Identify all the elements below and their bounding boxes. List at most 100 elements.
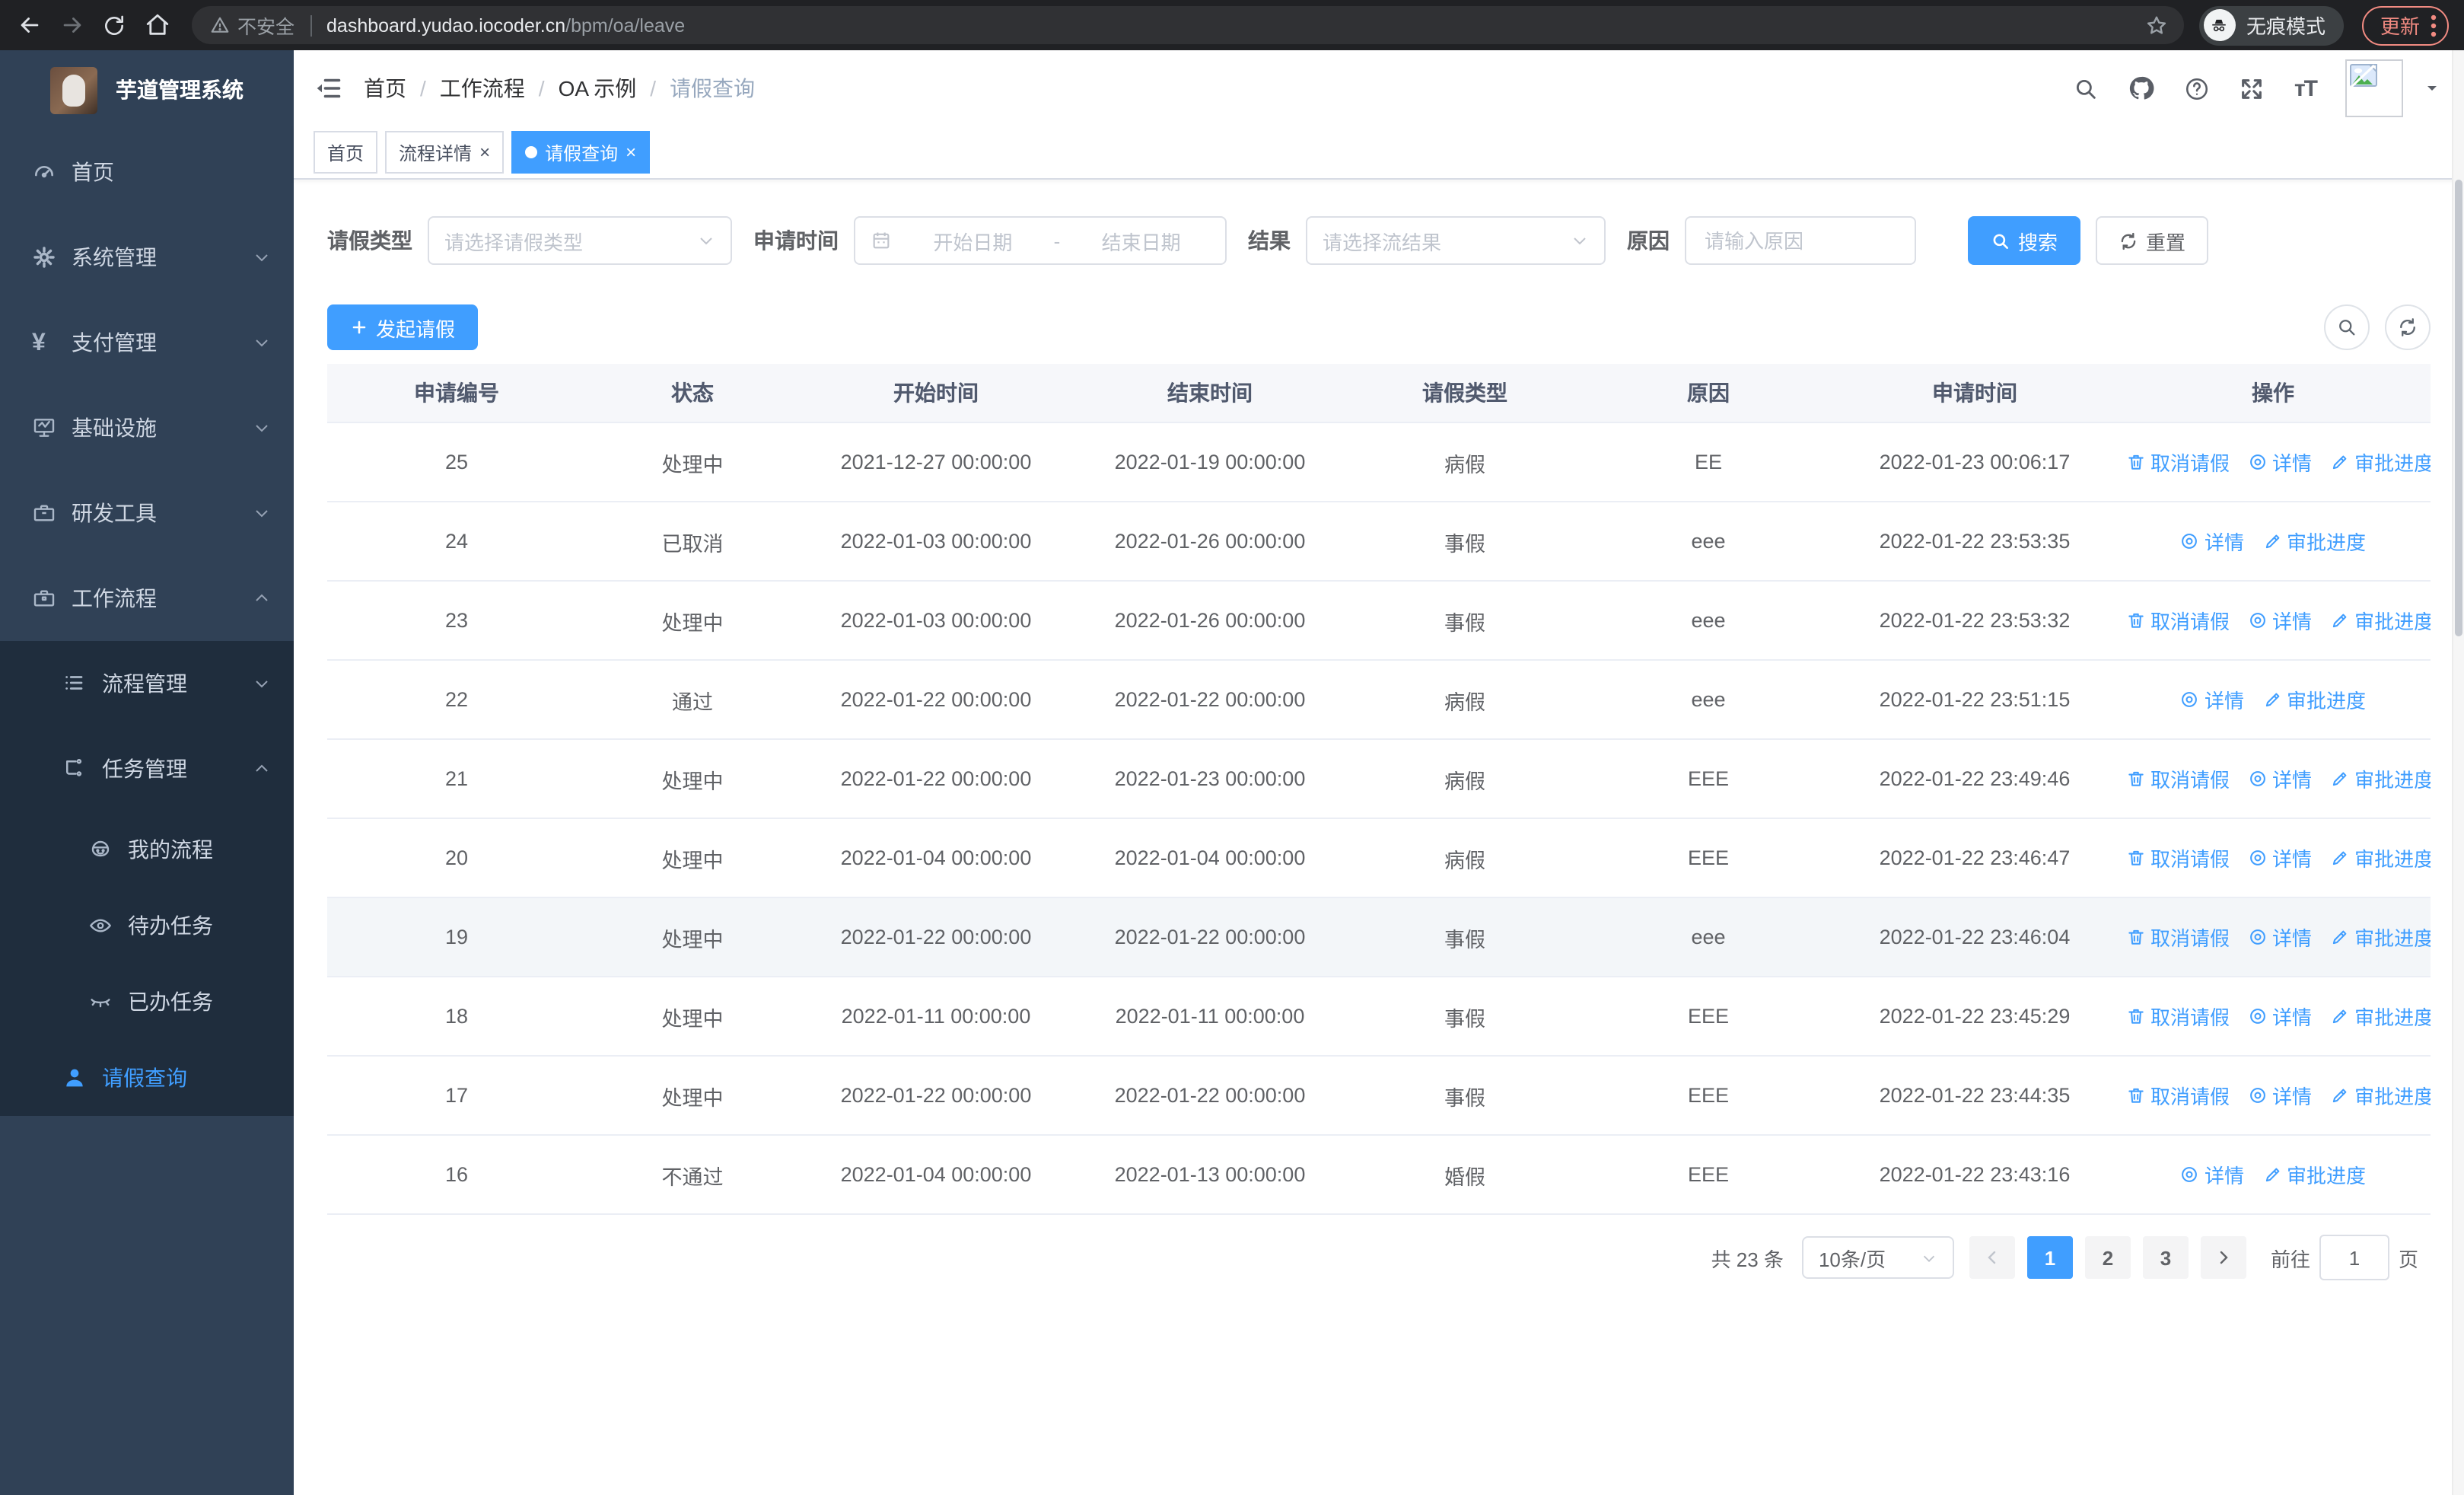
sidebar-item-my-process[interactable]: 我的流程: [0, 811, 294, 888]
approval-progress-link[interactable]: 审批进度: [2330, 764, 2431, 793]
cancel-leave-link[interactable]: 取消请假: [2126, 764, 2230, 793]
close-icon[interactable]: ×: [479, 143, 490, 161]
help-icon[interactable]: [2185, 75, 2211, 101]
cell-actions: 取消请假 详情 审批进度: [2115, 977, 2431, 1057]
browser-update-button[interactable]: 更新: [2361, 5, 2449, 45]
page-button-2[interactable]: 2: [2084, 1236, 2131, 1279]
detail-link[interactable]: 详情: [2248, 1002, 2312, 1031]
next-page-button[interactable]: [2200, 1236, 2246, 1279]
cancel-leave-link[interactable]: 取消请假: [2126, 606, 2230, 635]
app: 芋道管理系统 首页 系统管理 ¥ 支付管理 基础设施 研发工具 工作流程 流程管…: [0, 50, 2464, 1495]
broken-image-icon: [2350, 64, 2377, 88]
sidebar-item-home[interactable]: 首页: [0, 129, 294, 215]
goto-page-input[interactable]: [2319, 1235, 2389, 1280]
create-leave-button[interactable]: 发起请假: [327, 304, 479, 350]
action-label: 取消请假: [2150, 769, 2230, 792]
cell-status: 通过: [586, 660, 799, 740]
detail-link[interactable]: 详情: [2248, 843, 2312, 872]
reset-button[interactable]: 重置: [2096, 216, 2209, 265]
sidebar-item-leave-query[interactable]: 请假查询: [0, 1040, 294, 1116]
leave-type-select[interactable]: 请选择请假类型: [428, 216, 732, 265]
detail-link[interactable]: 详情: [2248, 1081, 2312, 1110]
page-button-1[interactable]: 1: [2026, 1236, 2073, 1279]
action-label: 取消请假: [2150, 848, 2230, 871]
approval-progress-link[interactable]: 审批进度: [2262, 1160, 2366, 1189]
result-select[interactable]: 请选择流结果: [1306, 216, 1606, 265]
browser-home-button[interactable]: [137, 5, 177, 45]
approval-progress-link[interactable]: 审批进度: [2330, 1002, 2431, 1031]
plus-icon: [352, 320, 366, 334]
sidebar-item-todo-tasks[interactable]: 待办任务: [0, 888, 294, 964]
breadcrumb-home[interactable]: 首页: [364, 73, 406, 104]
sidebar-item-workflow[interactable]: 工作流程: [0, 556, 294, 641]
close-icon[interactable]: ×: [626, 143, 636, 161]
search-icon: [2339, 320, 2355, 336]
detail-link[interactable]: 详情: [2248, 923, 2312, 952]
refresh-table-button[interactable]: [2385, 304, 2431, 350]
user-avatar[interactable]: [2345, 59, 2403, 117]
apply-time-range-picker[interactable]: 开始日期 - 结束日期: [854, 216, 1227, 265]
approval-progress-link[interactable]: 审批进度: [2330, 923, 2431, 952]
scrollbar-thumb[interactable]: [2455, 180, 2462, 636]
browser-reload-button[interactable]: [94, 5, 134, 45]
detail-link[interactable]: 详情: [2248, 764, 2312, 793]
cell-actions: 取消请假 详情 审批进度: [2115, 818, 2431, 898]
detail-link[interactable]: 详情: [2180, 527, 2244, 556]
page-scrollbar[interactable]: [2452, 50, 2464, 1495]
cell-apply-id: 22: [327, 660, 586, 740]
search-icon[interactable]: [2074, 75, 2099, 101]
chevron-up-icon: [253, 589, 271, 607]
caret-down-icon[interactable]: [2423, 79, 2441, 97]
sidebar-item-done-tasks[interactable]: 已办任务: [0, 964, 294, 1040]
font-size-icon[interactable]: тT: [2294, 75, 2318, 101]
page-button-3[interactable]: 3: [2142, 1236, 2189, 1279]
browser-forward-button[interactable]: [52, 5, 91, 45]
page-size-select[interactable]: 10条/页: [1801, 1236, 1954, 1279]
table-row: 22 通过 2022-01-22 00:00:00 2022-01-22 00:00:…: [327, 660, 2431, 740]
cancel-leave-link[interactable]: 取消请假: [2126, 1002, 2230, 1031]
sidebar-item-process-management[interactable]: 流程管理: [0, 641, 294, 726]
tab-process-detail[interactable]: 流程详情 ×: [385, 131, 505, 174]
cancel-leave-link[interactable]: 取消请假: [2126, 1081, 2230, 1110]
browser-back-button[interactable]: [9, 5, 49, 45]
breadcrumb-workflow[interactable]: 工作流程: [440, 73, 525, 104]
table-tools: [2324, 304, 2431, 350]
detail-link[interactable]: 详情: [2248, 448, 2312, 477]
approval-progress-link[interactable]: 审批进度: [2330, 448, 2431, 477]
view-icon: [2248, 927, 2268, 947]
approval-progress-link[interactable]: 审批进度: [2330, 606, 2431, 635]
toolbox-icon: [32, 501, 56, 525]
github-icon[interactable]: [2128, 75, 2156, 102]
approval-progress-link[interactable]: 审批进度: [2330, 1081, 2431, 1110]
sidebar-item-payment[interactable]: ¥ 支付管理: [0, 300, 294, 385]
search-button[interactable]: 搜索: [1968, 216, 2081, 265]
approval-progress-link[interactable]: 审批进度: [2262, 685, 2366, 714]
cancel-leave-link[interactable]: 取消请假: [2126, 923, 2230, 952]
address-bar[interactable]: 不安全 dashboard.yudao.iocoder.cn /bpm/oa/l…: [192, 6, 2184, 44]
sidebar-item-dev-tools[interactable]: 研发工具: [0, 470, 294, 556]
sidebar-item-infrastructure[interactable]: 基础设施: [0, 385, 294, 470]
detail-link[interactable]: 详情: [2180, 685, 2244, 714]
toggle-search-button[interactable]: [2324, 304, 2370, 350]
reason-input[interactable]: [1702, 228, 1899, 253]
prev-page-button[interactable]: [1969, 1236, 2015, 1279]
sidebar-item-system[interactable]: 系统管理: [0, 215, 294, 300]
breadcrumb-oa-example[interactable]: OA 示例: [559, 73, 637, 104]
cancel-leave-link[interactable]: 取消请假: [2126, 843, 2230, 872]
cell-leave-type: 病假: [1347, 660, 1583, 740]
sidebar-collapse-icon[interactable]: [315, 75, 342, 102]
sidebar-item-task-management[interactable]: 任务管理: [0, 726, 294, 811]
approval-progress-link[interactable]: 审批进度: [2330, 843, 2431, 872]
cancel-leave-link[interactable]: 取消请假: [2126, 448, 2230, 477]
action-label: 审批进度: [2287, 531, 2367, 554]
chevron-down-icon: [253, 674, 271, 693]
tab-leave-query[interactable]: 请假查询 ×: [511, 131, 651, 174]
security-warning[interactable]: 不安全: [210, 11, 294, 40]
detail-link[interactable]: 详情: [2180, 1160, 2244, 1189]
tab-home[interactable]: 首页: [314, 131, 378, 174]
detail-link[interactable]: 详情: [2248, 606, 2312, 635]
approval-progress-link[interactable]: 审批进度: [2262, 527, 2366, 556]
bookmark-star-icon[interactable]: [2144, 13, 2169, 37]
cell-reason: EEE: [1583, 1135, 1834, 1215]
fullscreen-icon[interactable]: [2240, 75, 2265, 101]
